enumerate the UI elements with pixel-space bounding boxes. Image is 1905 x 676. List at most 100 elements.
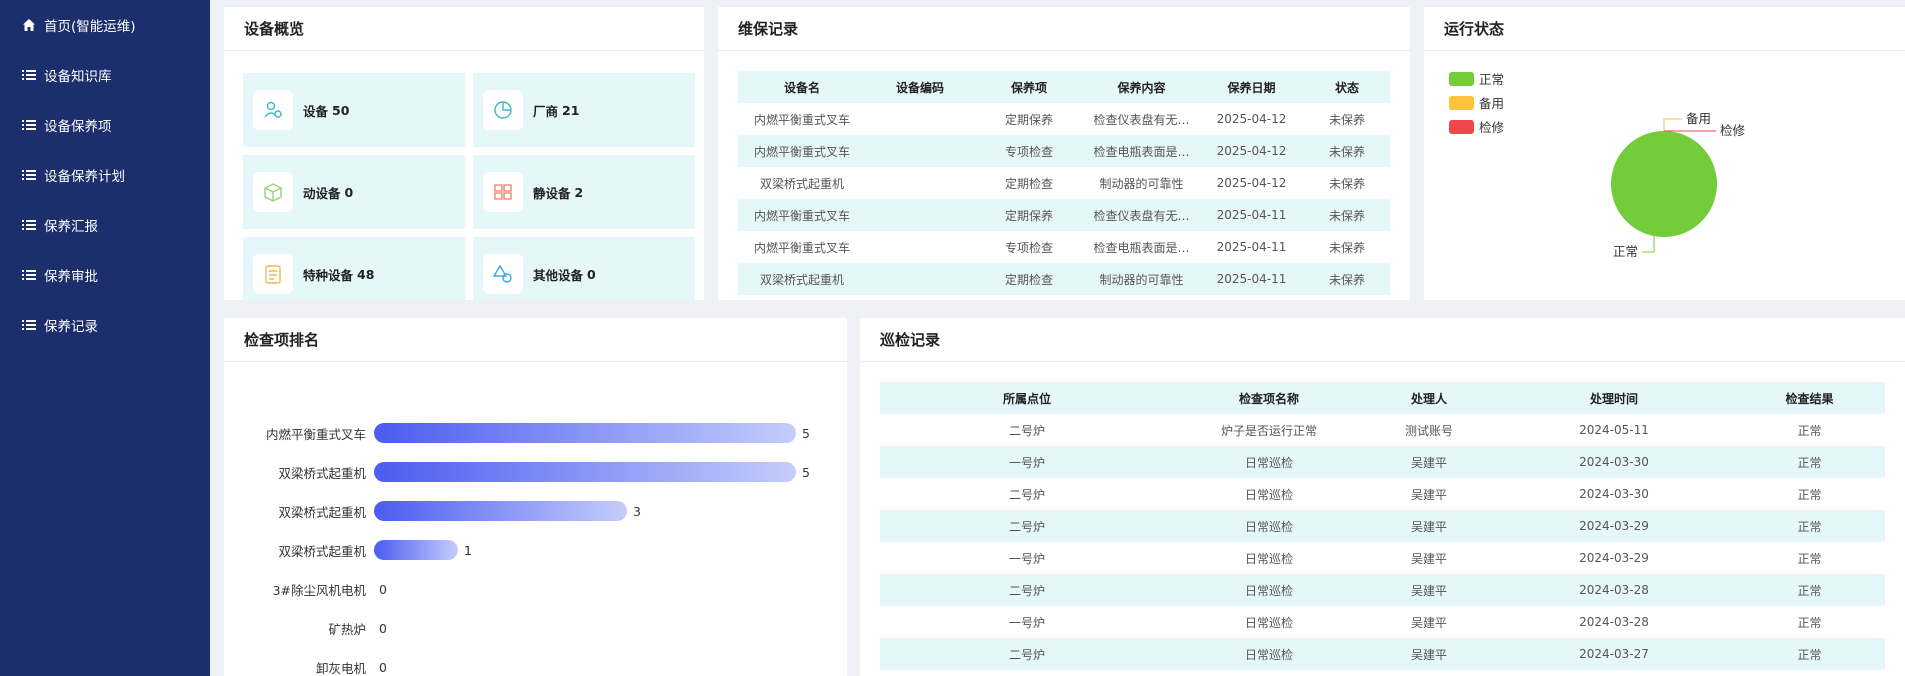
maintenance-row[interactable]: 内燃平衡重式叉车 专项检查 检查电瓶表面是… 2025-04-12 未保养 (738, 135, 1390, 167)
sidebar-item-1[interactable]: 设备知识库 (0, 50, 210, 100)
inspection-row[interactable]: 二号炉 日常巡检 吴建平 2024-03-30 正常 (880, 478, 1885, 510)
overview-tile-0[interactable]: 设备 50 (243, 73, 465, 147)
ranking-bar-label: 内燃平衡重式叉车 (265, 426, 366, 442)
ranking-bar-value: 0 (379, 620, 387, 636)
table-cell: 内燃平衡重式叉车 (753, 240, 850, 255)
ranking-bar-row[interactable]: 双梁桥式起重机 5 (224, 462, 810, 482)
ranking-bar-label: 双梁桥式起重机 (278, 465, 366, 481)
inspection-row[interactable]: 二号炉 日常巡检 吴建平 2024-03-28 正常 (880, 574, 1885, 606)
table-cell (866, 263, 974, 295)
table-cell: 日常巡检 (1174, 510, 1364, 542)
table-cell: 2025-04-11 (1216, 240, 1287, 254)
ranking-bar (374, 540, 458, 560)
table-cell: 2024-03-29 (1579, 551, 1649, 565)
table-cell: 正常 (1734, 510, 1885, 542)
ranking-bar-row[interactable]: 内燃平衡重式叉车 5 (224, 423, 810, 443)
inspection-row[interactable]: 二号炉 炉子是否运行正常 测试账号 2024-05-11 正常 (880, 414, 1885, 446)
table-cell: 专项检查 (974, 135, 1084, 167)
table-cell: 正常 (1734, 574, 1885, 606)
ranking-bar-value: 3 (633, 503, 641, 519)
ranking-bar-row[interactable]: 3#除尘风机电机 0 (224, 579, 387, 599)
ranking-bar-value: 0 (379, 659, 387, 675)
column-header: 状态 (1304, 71, 1390, 103)
sidebar-item-2[interactable]: 设备保养项 (0, 100, 210, 150)
inspection-row[interactable]: 一号炉 日常巡检 吴建平 2024-03-29 正常 (880, 542, 1885, 574)
column-header: 处理人 (1364, 382, 1494, 414)
table-cell: 日常巡检 (1174, 638, 1364, 670)
table-cell: 正常 (1797, 423, 1822, 438)
overview-tile-1[interactable]: 厂商 21 (473, 73, 695, 147)
column-header: 所属点位 (880, 382, 1174, 414)
device-overview-title: 设备概览 (224, 7, 704, 51)
table-cell: 检查仪表盘有无… (1084, 199, 1199, 231)
column-header: 检查结果 (1734, 382, 1885, 414)
table-cell: 正常 (1797, 615, 1822, 630)
pie-label: 检修 (1720, 123, 1746, 138)
overview-tile-3[interactable]: 静设备 2 (473, 155, 695, 229)
shapes-icon (483, 254, 523, 294)
ranking-bar-label: 矿热炉 (328, 621, 366, 637)
column-header: 处理时间 (1494, 382, 1734, 414)
table-cell: 双梁桥式起重机 (738, 263, 866, 295)
inspection-row[interactable]: 二号炉 日常巡检 吴建平 2024-03-29 正常 (880, 510, 1885, 542)
table-cell: 检查电瓶表面是… (1093, 240, 1190, 255)
sidebar-item-4[interactable]: 保养汇报 (0, 200, 210, 250)
table-cell: 二号炉 (1008, 423, 1045, 438)
pie-label-line (1663, 118, 1682, 131)
ranking-bar (374, 462, 796, 482)
table-cell: 未保养 (1328, 240, 1365, 255)
table-cell: 2024-03-29 (1494, 510, 1734, 542)
table-cell: 定期保养 (974, 199, 1084, 231)
ranking-bar-row[interactable]: 双梁桥式起重机 1 (224, 540, 472, 560)
inspection-row[interactable]: 一号炉 日常巡检 吴建平 2024-03-28 正常 (880, 606, 1885, 638)
maintenance-row[interactable]: 双梁桥式起重机 定期检查 制动器的可靠性 2025-04-11 未保养 (738, 263, 1390, 295)
pie-slice-0[interactable] (1611, 131, 1717, 237)
maintenance-row[interactable]: 内燃平衡重式叉车 定期保养 检查仪表盘有无… 2025-04-12 未保养 (738, 103, 1390, 135)
sidebar-item-6[interactable]: 保养记录 (0, 300, 210, 350)
table-cell: 2024-03-27 (1494, 638, 1734, 670)
inspection-record-title: 巡检记录 (860, 318, 1905, 362)
inspection-row[interactable]: 一号炉 日常巡检 吴建平 2024-03-30 正常 (880, 446, 1885, 478)
box-cube-icon (253, 172, 293, 212)
ranking-bar-row[interactable]: 矿热炉 0 (224, 618, 387, 638)
sidebar-item-label: 首页(智能运维) (44, 19, 136, 35)
ranking-bar-value: 0 (379, 581, 387, 597)
ranking-bar-row[interactable]: 卸灰电机 0 (224, 657, 387, 676)
table-cell: 日常巡检 (1174, 446, 1364, 478)
run-status-card: 运行状态 正常 备用 检修 正常 备用 检修 (1424, 7, 1905, 300)
list-icon (22, 118, 36, 132)
maintenance-row[interactable]: 双梁桥式起重机 定期检查 制动器的可靠性 2025-04-12 未保养 (738, 167, 1390, 199)
inspection-table: 所属点位 检查项名称 处理人 处理时间 检查结果 二号炉 炉子是否运行正常 测试账号 2024… (880, 382, 1885, 670)
table-cell: 2025-04-11 (1199, 199, 1304, 231)
table-cell (866, 135, 974, 167)
maintenance-table-wrap: 设备名 设备编码 保养项 保养内容 保养日期 状态 内燃平衡重式叉车 定期保养 检查仪表盘有无… (718, 51, 1410, 300)
overview-tile-2[interactable]: 动设备 0 (243, 155, 465, 229)
overview-tile-5[interactable]: 其他设备 0 (473, 237, 695, 300)
table-cell: 定期检查 (974, 263, 1084, 295)
overview-tile-label: 静设备 (533, 185, 571, 201)
table-cell: 二号炉 (880, 574, 1174, 606)
document-icon (253, 254, 293, 294)
table-cell: 内燃平衡重式叉车 (753, 112, 850, 127)
sidebar-item-5[interactable]: 保养审批 (0, 250, 210, 300)
ranking-bar-label: 双梁桥式起重机 (278, 543, 366, 559)
ranking-bar-label: 双梁桥式起重机 (278, 504, 366, 520)
table-cell: 定期检查 (1004, 176, 1053, 191)
table-cell: 吴建平 (1364, 446, 1494, 478)
sidebar-item-0[interactable]: 首页(智能运维) (0, 0, 210, 50)
table-cell: 日常巡检 (1244, 615, 1293, 630)
table-cell: 日常巡检 (1174, 574, 1364, 606)
table-cell: 2025-04-12 (1199, 135, 1304, 167)
maintenance-row[interactable]: 内燃平衡重式叉车 定期保养 检查仪表盘有无… 2025-04-11 未保养 (738, 199, 1390, 231)
overview-tile-value: 0 (587, 266, 596, 282)
maintenance-row[interactable]: 内燃平衡重式叉车 专项检查 检查电瓶表面是… 2025-04-11 未保养 (738, 231, 1390, 263)
status-pie-chart: 正常 备用检修 (1611, 111, 1746, 259)
inspection-row[interactable]: 二号炉 日常巡检 吴建平 2024-03-27 正常 (880, 638, 1885, 670)
overview-tile-4[interactable]: 特种设备 48 (243, 237, 465, 300)
device-overview-body: 设备 50 厂商 21 动设备 0 静设备 2 特种设备 48 其他设备 0 (224, 51, 704, 300)
run-status-body: 正常 备用 检修 正常 备用 检修 (1424, 51, 1905, 300)
sidebar-item-3[interactable]: 设备保养计划 (0, 150, 210, 200)
ranking-bar-row[interactable]: 双梁桥式起重机 3 (224, 501, 641, 521)
table-cell: 一号炉 (1008, 615, 1045, 630)
table-cell: 未保养 (1304, 135, 1390, 167)
